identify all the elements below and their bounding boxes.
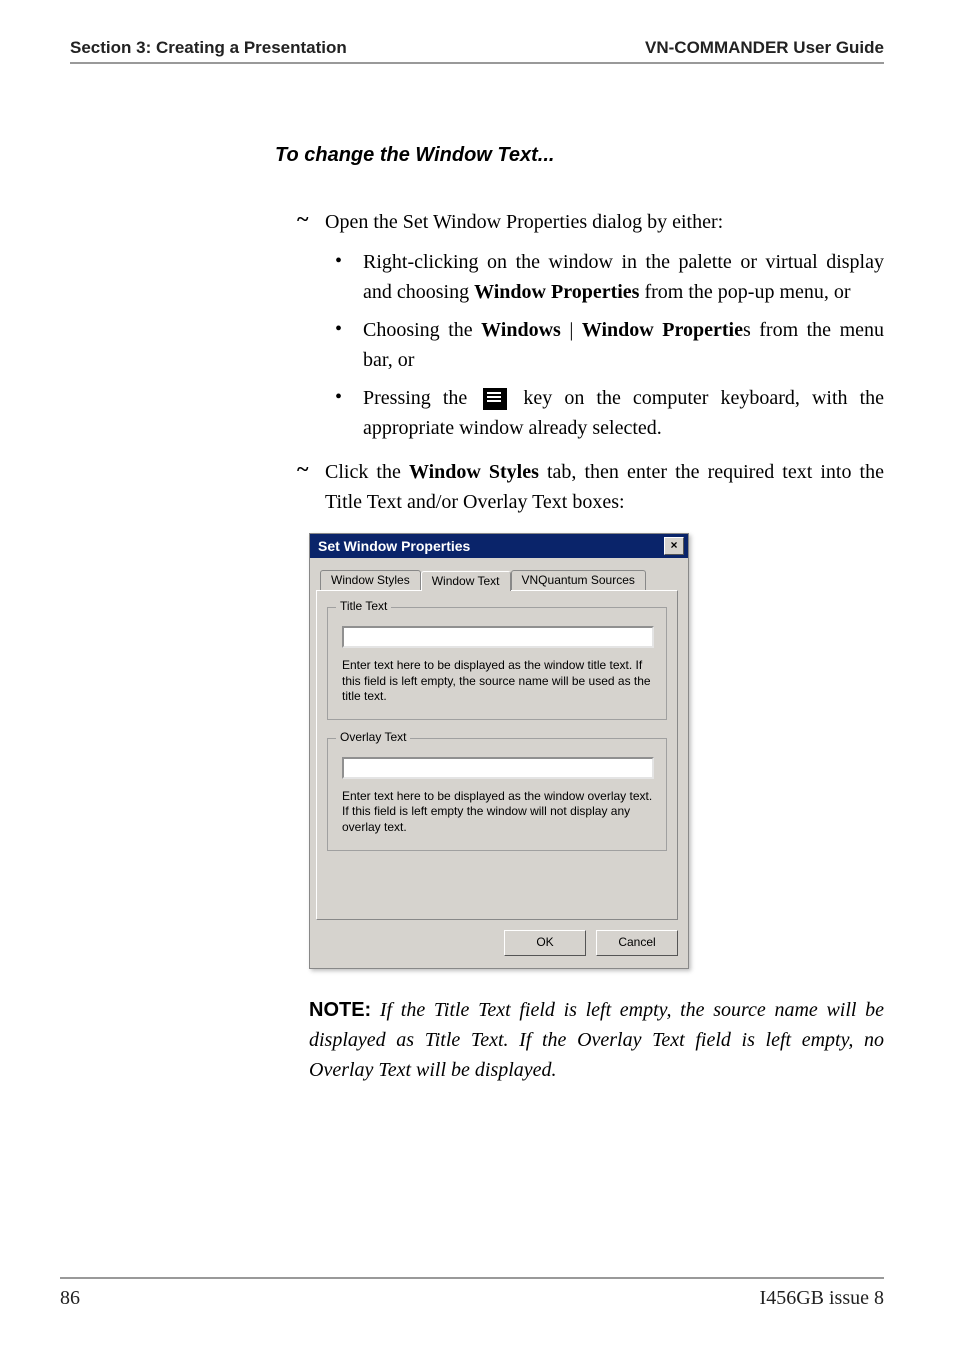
procedure-heading: To change the Window Text... [275, 144, 884, 167]
close-button[interactable]: × [664, 537, 684, 555]
bullet-2-text: Choosing the Windows | Window Properties… [363, 315, 884, 375]
ok-button[interactable]: OK [504, 930, 586, 956]
bullet-2: • Choosing the Windows | Window Properti… [335, 315, 884, 375]
bullet-3-text: Pressing the key on the computer keyboar… [363, 383, 884, 443]
page-footer: 86 I456GB issue 8 [60, 1277, 884, 1310]
dialog-titlebar: Set Window Properties × [310, 534, 688, 558]
dialog-screenshot: Set Window Properties × Window Styles Wi… [309, 533, 687, 969]
note-paragraph: NOTE: If the Title Text field is left em… [309, 995, 884, 1085]
tab-window-text[interactable]: Window Text [421, 571, 511, 591]
text-run: Choosing the [363, 319, 481, 341]
tab-panel: Title Text Enter text here to be display… [316, 590, 678, 920]
bold-run: Window Propertie [582, 319, 743, 341]
overlay-text-input[interactable] [342, 757, 654, 779]
overlay-text-group: Overlay Text Enter text here to be displ… [327, 738, 667, 851]
text-run: Pressing the [363, 387, 479, 409]
dialog-title: Set Window Properties [318, 538, 470, 554]
bullet-marker: • [335, 247, 363, 275]
title-text-group: Title Text Enter text here to be display… [327, 607, 667, 720]
title-text-help: Enter text here to be displayed as the w… [342, 658, 654, 705]
properties-keyboard-icon [483, 388, 507, 410]
bold-run: Window Styles [409, 461, 539, 483]
page-header: Section 3: Creating a Presentation VN-CO… [70, 38, 884, 64]
tilde-marker: ~ [297, 457, 325, 481]
step-2: ~ Click the Window Styles tab, then ente… [297, 457, 884, 517]
text-run: from the pop-up menu, or [639, 281, 850, 303]
step-1-text: Open the Set Window Properties dialog by… [325, 207, 723, 237]
tab-window-styles[interactable]: Window Styles [320, 570, 421, 590]
header-left: Section 3: Creating a Presentation [70, 38, 347, 58]
text-run: Click the [325, 461, 409, 483]
step-1: ~ Open the Set Window Properties dialog … [297, 207, 884, 237]
bullet-1: • Right-clicking on the window in the pa… [335, 247, 884, 307]
title-text-input[interactable] [342, 626, 654, 648]
page-number: 86 [60, 1287, 80, 1310]
group-label-title: Title Text [336, 599, 391, 613]
bold-run: Windows [481, 319, 561, 341]
bullet-marker: • [335, 383, 363, 411]
issue-text: I456GB issue 8 [760, 1287, 884, 1310]
bullet-list: • Right-clicking on the window in the pa… [335, 247, 884, 443]
tilde-marker: ~ [297, 207, 325, 231]
step-2-text: Click the Window Styles tab, then enter … [325, 457, 884, 517]
bold-run: Window Properties [474, 281, 639, 303]
dialog-button-row: OK Cancel [310, 930, 688, 968]
tab-strip: Window Styles Window Text VNQuantum Sour… [320, 570, 684, 590]
main-content: To change the Window Text... ~ Open the … [275, 144, 884, 1085]
group-label-overlay: Overlay Text [336, 730, 410, 744]
header-right: VN-COMMANDER User Guide [645, 38, 884, 58]
tab-vnquantum-sources[interactable]: VNQuantum Sources [511, 570, 646, 590]
text-run: | [561, 319, 582, 341]
cancel-button[interactable]: Cancel [596, 930, 678, 956]
bullet-1-text: Right-clicking on the window in the pale… [363, 247, 884, 307]
overlay-text-help: Enter text here to be displayed as the w… [342, 789, 654, 836]
set-window-properties-dialog: Set Window Properties × Window Styles Wi… [309, 533, 689, 969]
note-body: If the Title Text field is left empty, t… [309, 999, 884, 1081]
note-label: NOTE: [309, 999, 371, 1021]
document-page: Section 3: Creating a Presentation VN-CO… [0, 0, 954, 1352]
bullet-marker: • [335, 315, 363, 343]
bullet-3: • Pressing the key on the computer keybo… [335, 383, 884, 443]
